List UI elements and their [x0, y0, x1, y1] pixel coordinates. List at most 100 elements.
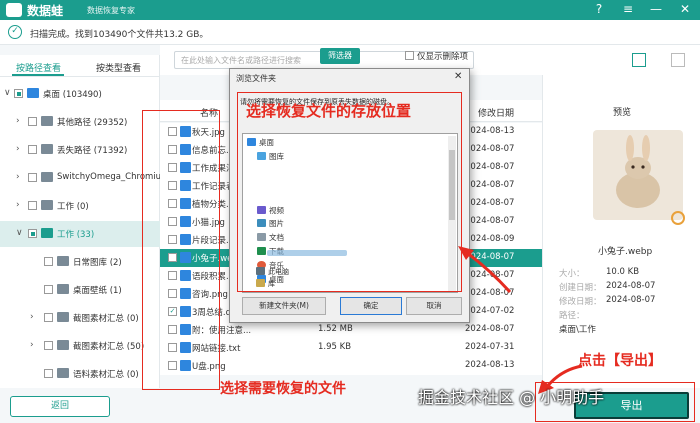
annotation-save-location: 选择恢复文件的存放位置 — [246, 102, 412, 120]
annotation-box-files — [142, 110, 220, 390]
active-tab-indicator — [12, 74, 64, 76]
tree-item-label: 桌面 (103490) — [43, 90, 102, 100]
app-logo-icon — [6, 3, 22, 17]
file-date: 2024-08-07 — [465, 180, 515, 190]
tree-item-label: 工作 (0) — [57, 202, 89, 212]
preview-image — [593, 130, 683, 220]
tree-checkbox[interactable] — [14, 89, 23, 98]
watermark: 掘金技术社区 @ 小明助手 — [418, 388, 605, 407]
app-subtitle: 数据恢复专家 — [87, 6, 135, 15]
tree-checkbox[interactable] — [44, 341, 53, 350]
tree-item[interactable]: › 丢失路径 (71392) — [0, 137, 160, 163]
new-folder-button[interactable]: 新建文件夹(M) — [242, 297, 326, 315]
preview-title: 预览 — [613, 108, 632, 118]
tree-item[interactable]: › 截图素材汇总 (0) — [0, 305, 160, 331]
tree-checkbox[interactable] — [28, 145, 37, 154]
desktop-icon — [27, 88, 39, 98]
tree-item-label: 日常图库 (2) — [73, 258, 122, 268]
zoom-icon[interactable] — [671, 211, 685, 225]
scan-status-bar: ✓ 扫描完成。找到103490个文件共13.2 GB。 — [0, 20, 700, 45]
folder-icon — [57, 256, 69, 266]
tree-item-label: 工作 (33) — [57, 230, 95, 240]
tree-item[interactable]: › SwitchyOmega_Chromium — [0, 165, 160, 191]
tree-checkbox[interactable] — [28, 229, 37, 238]
sidebar-tabs: 按路径查看 按类型查看 — [0, 55, 160, 77]
tree-item-label: 其他路径 (29352) — [57, 118, 128, 128]
tree-item[interactable]: 桌面壁纸 (1) — [0, 277, 160, 303]
grid-view-icon[interactable] — [632, 53, 646, 67]
file-date: 2024-07-31 — [465, 342, 515, 352]
file-date: 2024-08-07 — [465, 144, 515, 154]
chevron-right-icon[interactable]: › — [16, 172, 20, 182]
folder-icon — [41, 200, 53, 210]
tree-checkbox[interactable] — [28, 173, 37, 182]
folder-icon — [57, 340, 69, 350]
folder-icon — [41, 228, 53, 238]
folder-icon — [57, 368, 69, 378]
help-icon[interactable]: ? — [591, 2, 607, 16]
file-date: 2024-08-07 — [465, 216, 515, 226]
tree-checkbox[interactable] — [44, 369, 53, 378]
tab-by-path[interactable]: 按路径查看 — [16, 61, 61, 74]
check-icon: ✓ — [8, 25, 22, 39]
only-deleted-label: 仅显示删除项 — [417, 52, 469, 62]
chevron-right-icon[interactable]: › — [16, 200, 20, 210]
chevron-right-icon[interactable]: › — [30, 312, 34, 322]
close-button[interactable]: ✕ — [677, 2, 693, 16]
folder-icon — [57, 312, 69, 322]
tree-checkbox[interactable] — [28, 117, 37, 126]
tree-item[interactable]: 语料素材汇总 (0) — [0, 361, 160, 387]
annotation-arrow-icon — [458, 246, 512, 294]
tree-checkbox[interactable] — [44, 313, 53, 322]
file-date: 2024-08-07 — [465, 324, 515, 334]
file-size: 1.52 MB — [318, 324, 353, 334]
chevron-right-icon[interactable]: › — [16, 144, 20, 154]
tree-item[interactable]: › 截图素材汇总 (50) — [0, 333, 160, 359]
app-name: 数据蛙 — [27, 4, 64, 18]
folder-icon — [41, 116, 53, 126]
title-bar: 数据蛙 数据恢复专家 ? ≡ — ✕ — [0, 0, 700, 20]
file-date: 2024-08-07 — [465, 198, 515, 208]
dialog-ok-button[interactable]: 确定 — [340, 297, 402, 315]
annotation-click-export: 点击【导出】 — [578, 353, 662, 369]
tree-item[interactable]: › 其他路径 (29352) — [0, 109, 160, 135]
file-date: 2024-08-07 — [465, 162, 515, 172]
folder-icon — [41, 144, 53, 154]
file-date: 2024-07-02 — [465, 306, 515, 316]
chevron-right-icon[interactable]: › — [30, 340, 34, 350]
preview-filename: 小兔子.webp — [598, 247, 653, 257]
tree-item-label: 丢失路径 (71392) — [57, 146, 128, 156]
preview-panel: 预览 小兔子.webp 大小： 10.0 KB 创建日期： 2024-08-07 修… — [542, 75, 700, 388]
tree-checkbox[interactable] — [44, 285, 53, 294]
file-date: 2024-08-13 — [465, 360, 515, 370]
chevron-down-icon[interactable]: ∨ — [16, 228, 23, 238]
chevron-down-icon[interactable]: ∨ — [4, 88, 11, 98]
back-button[interactable]: 返回 — [10, 396, 110, 417]
dialog-close-button[interactable]: ✕ — [454, 71, 462, 82]
list-view-icon[interactable] — [671, 53, 685, 67]
scan-status-text: 扫描完成。找到103490个文件共13.2 GB。 — [30, 30, 209, 40]
tree-item-label: 截图素材汇总 (0) — [73, 314, 139, 324]
annotation-select-files: 选择需要恢复的文件 — [220, 381, 346, 397]
filter-button[interactable]: 筛选器 — [320, 48, 360, 64]
folder-icon — [57, 284, 69, 294]
file-date: 2024-08-13 — [465, 126, 515, 136]
tree-checkbox[interactable] — [44, 257, 53, 266]
chevron-right-icon[interactable]: › — [16, 116, 20, 126]
minimize-button[interactable]: — — [648, 2, 664, 16]
folder-icon — [41, 172, 53, 182]
annotation-box-folder — [237, 92, 462, 292]
col-date-header[interactable]: 修改日期 — [478, 106, 514, 119]
tree-item-desktop[interactable]: ∨ 桌面 (103490) — [0, 81, 160, 107]
dialog-title: 浏览文件夹 — [236, 74, 276, 83]
tab-by-type[interactable]: 按类型查看 — [96, 61, 141, 74]
tree-item-selected[interactable]: ∨ 工作 (33) — [0, 221, 160, 247]
tree-item[interactable]: › 工作 (0) — [0, 193, 160, 219]
tree-item-label: 截图素材汇总 (50) — [73, 342, 145, 352]
menu-icon[interactable]: ≡ — [620, 2, 636, 16]
sidebar: 按路径查看 按类型查看 ∨ 桌面 (103490) › 其他路径 (29352)… — [0, 55, 160, 388]
only-deleted-checkbox[interactable] — [405, 51, 414, 60]
tree-item[interactable]: 日常图库 (2) — [0, 249, 160, 275]
file-size: 1.95 KB — [318, 342, 352, 352]
tree-checkbox[interactable] — [28, 201, 37, 210]
